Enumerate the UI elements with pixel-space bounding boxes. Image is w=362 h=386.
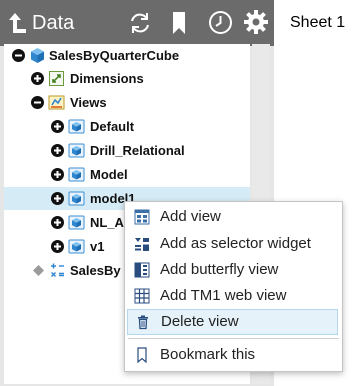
tree-item-label: Views [70,95,107,110]
panel-header: Data [0,0,274,46]
expand-icon[interactable] [51,192,64,205]
bookmark-icon [137,347,147,363]
tree-item-label: SalesBy [70,263,121,278]
tree-item-dimensions[interactable]: Dimensions [4,67,250,90]
selector-widget-icon [135,238,149,251]
expand-icon[interactable] [51,144,64,157]
view-cube-icon [68,238,85,255]
expand-icon[interactable] [51,240,64,253]
view-cube-icon [68,214,85,231]
context-menu: Add view Add as selector widget Add butt… [124,201,343,372]
view-cube-icon [68,166,85,183]
tree-item-label: NL_A [90,215,124,230]
menu-item-add-selector-widget[interactable]: Add as selector widget [125,231,342,257]
diamond-icon [33,265,44,276]
refresh-icon[interactable] [128,11,152,35]
tree-item-views[interactable]: Views [4,91,250,114]
cube-icon [29,47,46,64]
butterfly-view-icon [134,262,150,278]
tree-item-label: SalesByQuarterCube [49,48,180,63]
menu-item-label: Add butterfly view [160,261,279,278]
sheet-tab-label[interactable]: Sheet 1 [290,14,345,32]
menu-item-label: Delete view [161,313,239,330]
view-cube-icon [68,118,85,135]
expand-icon[interactable] [31,72,44,85]
tm1-web-view-icon [134,288,150,304]
back-arrow-icon[interactable] [9,13,27,33]
collapse-icon[interactable] [12,49,25,62]
expand-icon[interactable] [51,216,64,229]
expand-icon[interactable] [51,120,64,133]
calculation-icon [51,263,64,277]
expand-icon[interactable] [51,168,64,181]
tree-item-view[interactable]: Model [4,163,250,186]
tree-item-view[interactable]: Drill_Relational [4,139,250,162]
tree-item-view[interactable]: Default [4,115,250,138]
menu-item-label: Bookmark this [160,346,256,363]
view-cube-icon [68,142,85,159]
tree-item-label: v1 [90,239,105,254]
trash-icon [138,315,148,330]
bookmark-icon[interactable] [172,11,186,35]
menu-item-label: Add view [160,208,221,225]
menu-item-add-butterfly-view[interactable]: Add butterfly view [125,257,342,283]
menu-item-add-view[interactable]: Add view [125,204,342,230]
tree-item-label: Dimensions [70,71,144,86]
menu-item-delete-view[interactable]: Delete view [127,309,338,335]
views-icon [48,95,65,110]
menu-divider [128,338,339,339]
tree-item-label: Default [90,119,135,134]
menu-item-label: Add as selector widget [160,235,311,252]
collapse-icon[interactable] [31,96,44,109]
tree-item-label: Model [90,167,128,182]
menu-item-add-tm1-web-view[interactable]: Add TM1 web view [125,283,342,309]
menu-item-label: Add TM1 web view [160,287,287,304]
panel-title: Data [32,12,75,34]
view-cube-icon [68,190,85,207]
tree-item-label: Drill_Relational [90,143,185,158]
tree-item-cube[interactable]: SalesByQuarterCube [4,44,250,67]
gear-icon[interactable] [244,10,268,34]
clock-icon[interactable] [208,10,233,35]
add-view-icon [134,209,150,225]
dimensions-icon [49,71,64,86]
menu-item-bookmark-this[interactable]: Bookmark this [125,342,342,368]
